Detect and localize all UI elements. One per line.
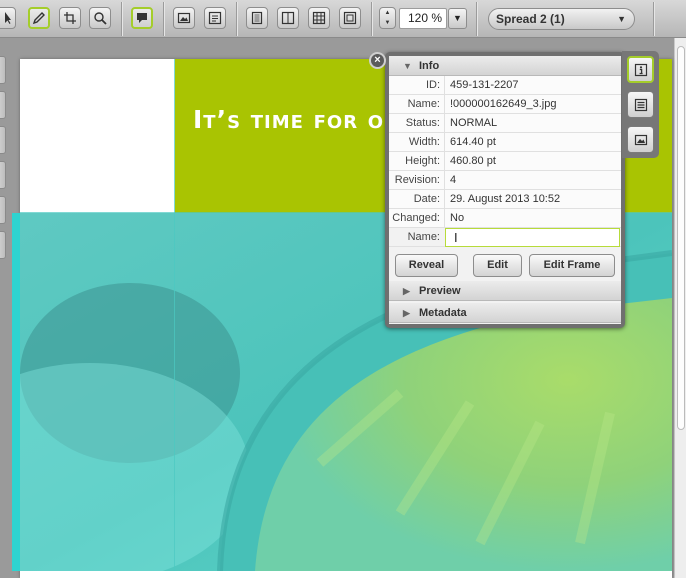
scrollbar-thumb[interactable]	[677, 46, 685, 430]
info-row-label: ID:	[425, 79, 440, 91]
toolbar-separator	[371, 2, 372, 36]
grid-view-button[interactable]	[308, 7, 330, 29]
pen-icon	[32, 12, 45, 25]
toolbar-separator	[121, 2, 122, 36]
comment-icon	[137, 13, 147, 23]
info-section-title: Info	[419, 60, 440, 72]
spread-select[interactable]: Spread 2 (1) ▼	[488, 8, 635, 30]
crop-icon	[64, 12, 76, 24]
info-row: Status: NORMAL	[389, 114, 621, 133]
arrow-select-icon	[5, 12, 11, 24]
info-row-value: 4	[450, 174, 457, 186]
triangle-right-icon: ▶	[403, 286, 410, 296]
list-tab-button[interactable]	[627, 91, 654, 118]
triangle-down-icon: ▼	[403, 61, 412, 71]
comment-tool-button[interactable]	[131, 7, 153, 29]
info-row-value: 29. August 2013 10:52	[450, 193, 561, 205]
name-input[interactable]: I	[445, 228, 620, 247]
info-row-value: 614.40 pt	[450, 136, 496, 148]
info-row-value: NORMAL	[450, 117, 498, 129]
page-view-button[interactable]	[246, 7, 268, 29]
close-icon[interactable]: ×	[369, 52, 386, 69]
info-row: Changed: No	[389, 209, 621, 228]
info-row-label: Height:	[405, 155, 440, 167]
text-frame-icon	[208, 11, 222, 25]
side-panel-tab[interactable]	[0, 56, 6, 84]
crop-tool-button[interactable]	[59, 7, 81, 29]
image-tab-button[interactable]	[627, 126, 654, 153]
toolbar-separator	[476, 2, 477, 36]
list-icon	[634, 98, 647, 111]
name-field-label: Name:	[407, 231, 440, 243]
vertical-guide	[174, 59, 175, 578]
info-section-header[interactable]: ▼ Info	[389, 56, 621, 76]
vertical-scrollbar[interactable]	[674, 38, 686, 578]
info-row: Height: 460.80 pt	[389, 152, 621, 171]
edit-button[interactable]: Edit	[473, 254, 522, 277]
preview-section-title: Preview	[419, 285, 461, 297]
side-panel-tab[interactable]	[0, 231, 6, 259]
stepper-up-icon[interactable]: ▲	[380, 8, 395, 18]
side-panel-tab[interactable]	[0, 161, 6, 189]
info-row: Date: 29. August 2013 10:52	[389, 190, 621, 209]
triangle-right-icon: ▶	[403, 308, 410, 318]
frame-edge-highlight	[12, 213, 20, 571]
metadata-section-header[interactable]: ▶ Metadata	[389, 303, 621, 323]
info-icon	[634, 63, 647, 76]
toolbar-separator	[163, 2, 164, 36]
info-row-label: Revision:	[394, 174, 440, 186]
info-row-label: Date:	[413, 193, 440, 205]
spread-view-button[interactable]	[339, 7, 361, 29]
info-tab-button[interactable]	[627, 56, 654, 83]
text-cursor-icon: I	[454, 230, 458, 245]
reveal-button[interactable]: Reveal	[395, 254, 458, 277]
chevron-down-icon: ▼	[453, 13, 462, 23]
image-icon	[634, 134, 647, 145]
spread-select-label: Spread 2 (1)	[496, 12, 565, 26]
select-tool-button[interactable]	[0, 7, 16, 29]
two-page-view-button[interactable]	[277, 7, 299, 29]
image-view-button[interactable]	[173, 7, 195, 29]
edit-frame-button[interactable]: Edit Frame	[529, 254, 615, 277]
info-row-value: No	[450, 212, 465, 224]
magnifier-icon	[94, 12, 107, 25]
info-row-label: Width:	[408, 136, 440, 148]
info-row-value: 459-131-2207	[450, 79, 519, 91]
page-bottom-margin	[20, 571, 672, 578]
info-row-value: 460.80 pt	[450, 155, 496, 167]
side-panel-tab[interactable]	[0, 91, 6, 119]
text-view-button[interactable]	[204, 7, 226, 29]
toolbar-separator	[236, 2, 237, 36]
image-icon	[177, 12, 191, 24]
zoom-stepper[interactable]: ▲ ▼	[379, 7, 396, 29]
side-panel-tab[interactable]	[0, 126, 6, 154]
toolbar-separator	[653, 2, 654, 36]
chevron-down-icon: ▼	[617, 14, 626, 24]
info-row: Width: 614.40 pt	[389, 133, 621, 152]
info-row-label: Status:	[405, 117, 440, 129]
grid-icon	[312, 11, 326, 25]
info-row-label: Name:	[407, 98, 440, 110]
info-row: Name: !000000162649_3.jpg	[389, 95, 621, 114]
spread-icon	[343, 11, 357, 25]
pen-tool-button[interactable]	[28, 7, 50, 29]
metadata-section-title: Metadata	[419, 307, 467, 319]
stepper-down-icon[interactable]: ▼	[380, 18, 395, 28]
info-row: Revision: 4	[389, 171, 621, 190]
side-panel-tab[interactable]	[0, 196, 6, 224]
two-page-icon	[281, 11, 295, 25]
page-icon	[251, 11, 263, 25]
zoom-tool-button[interactable]	[89, 7, 111, 29]
zoom-dropdown-button[interactable]: ▼	[448, 8, 467, 29]
info-row-label: Changed:	[392, 212, 440, 224]
info-row-value: !000000162649_3.jpg	[450, 98, 557, 110]
toolbar: ▲ ▼ 120 % ▼ Spread 2 (1) ▼	[0, 0, 686, 38]
preview-section-header[interactable]: ▶ Preview	[389, 281, 621, 301]
info-row: ID: 459-131-2207	[389, 76, 621, 95]
zoom-input[interactable]: 120 %	[399, 8, 447, 29]
